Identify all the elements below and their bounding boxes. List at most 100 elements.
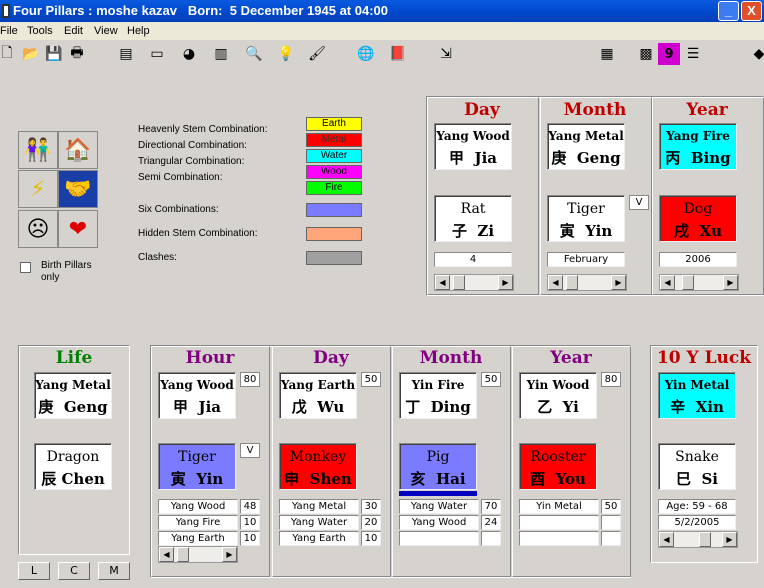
close-button[interactable]: X [741,1,762,21]
menu-tools[interactable]: Tools [27,25,53,37]
calculator-icon[interactable]: ▦ [596,43,618,65]
pillar-1-stem-box: Yang Earth 戊 Wu [279,372,357,419]
c-button[interactable]: C [58,562,90,580]
properties-icon[interactable]: ▤ [115,43,137,65]
life-branch-box: Dragon 辰 Chen [34,443,112,490]
top-month-branch-py: Yin [585,222,613,240]
scroll-left-arrow-icon[interactable]: ◀ [159,547,174,562]
pillar-1-header: Day [313,348,349,368]
pillar-1-hidden-value: 20 [361,515,381,530]
export-icon[interactable]: ⇲ [435,43,457,65]
legend-directional: Directional Combination: [138,140,247,151]
l-button[interactable]: L [18,562,50,580]
luck-stem-py: Xin [695,398,724,416]
pillar-1-hidden-stem: Yang Earth [279,531,359,546]
m-button[interactable]: M [98,562,130,580]
scroll-left-arrow-icon[interactable]: ◀ [659,532,674,547]
scroll-thumb[interactable] [453,275,465,290]
bar-chart-icon[interactable]: ▥ [210,43,232,65]
handshake-icon[interactable]: 🤝 [58,170,98,208]
pillar-0-stem-py: Jia [198,398,221,416]
pillar-0-hidden-value: 48 [240,499,260,514]
life-stem-cn: 庚 [38,398,54,416]
pillar-0-hidden-stem: Yang Wood [158,499,238,514]
book-icon[interactable]: 📕 [387,43,409,65]
scroll-thumb[interactable] [566,275,578,290]
pie-chart-icon[interactable]: ◕ [178,43,200,65]
scroll-right-arrow-icon[interactable]: ▶ [722,532,737,547]
luck-scrollbar[interactable]: ◀ ▶ [658,531,738,548]
pillar-2-hidden-value [481,531,501,546]
top-day-branch-cn: 子 [451,222,467,240]
top-year-branch-box: Dog 戌 Xu [659,195,737,242]
birth-pillars-checkbox[interactable] [20,262,31,273]
life-branch-en: Dragon [46,449,100,465]
pillar-1-stem-num: 50 [361,372,381,387]
top-year-scrollbar[interactable]: ◀ ▶ [659,274,739,291]
top-year-stem-cn: 丙 [665,149,681,167]
people-icon[interactable]: 👫 [18,131,58,169]
scroll-right-arrow-icon[interactable]: ▶ [611,275,626,290]
scroll-left-arrow-icon[interactable]: ◀ [660,275,675,290]
top-month-scrollbar[interactable]: ◀ ▶ [547,274,627,291]
pillar-3-hidden-value [601,515,621,530]
luck-stem-box: Yin Metal 辛 Xin [658,372,736,419]
scroll-thumb[interactable] [699,532,711,547]
pillar-1-hidden-value: 30 [361,499,381,514]
bulb-icon[interactable]: 💡 [275,43,297,65]
pillar-0-header: Hour [185,348,235,368]
top-month-stem-py: Geng [576,149,621,167]
top-year-branch-cn: 戌 [673,222,689,240]
grid-icon[interactable]: ▩ [635,43,657,65]
scroll-right-arrow-icon[interactable]: ▶ [222,547,237,562]
scroll-left-arrow-icon[interactable]: ◀ [435,275,450,290]
lightning-icon[interactable]: ⚡ [18,170,58,208]
top-month-header: Month [563,100,627,120]
sad-face-icon[interactable]: ☹ [18,210,58,248]
pillar-0-branch-py: Yin [196,470,224,488]
new-file-icon[interactable]: 🗋 [0,43,18,65]
brush-icon[interactable]: 🖌 [306,43,328,65]
globe-icon[interactable]: 🌐 [355,43,377,65]
open-folder-icon[interactable]: 📂 [20,43,42,65]
window-icon[interactable]: ▭ [146,43,168,65]
print-icon[interactable]: 🖶 [66,43,88,65]
top-year-branch-en: Dog [683,201,713,217]
hexagram-icon[interactable]: ☰ [682,43,704,65]
pillar-1-branch-en: Monkey [289,449,347,465]
top-month-branch-en: Tiger [567,201,605,217]
scroll-right-arrow-icon[interactable]: ▶ [498,275,513,290]
top-month-stem-box: Yang Metal 庚 Geng [547,123,625,170]
house-car-icon[interactable]: 🏠 [58,131,98,169]
top-day-stem-cn: 甲 [449,149,465,167]
top-day-stem-en: Yang Wood [436,129,510,143]
hour-scrollbar[interactable]: ◀ ▶ [158,546,238,563]
top-day-branch-box: Rat 子 Zi [434,195,512,242]
menu-help[interactable]: Help [127,25,150,37]
diamond-icon[interactable]: ◆ [748,43,764,65]
pillar-1-branch-cn: 申 [284,470,300,488]
scroll-thumb[interactable] [682,275,694,290]
luck-header: 10 Y Luck [656,348,752,368]
top-day-scrollbar[interactable]: ◀ ▶ [434,274,514,291]
pillar-3-stem-num: 80 [601,372,621,387]
pillar-0-hidden-stem: Yang Earth [158,531,238,546]
nine-icon[interactable]: 9 [658,43,680,65]
heart-icon[interactable]: ❤ [58,210,98,248]
birth-pillars-label: Birth Pillars only [41,260,92,283]
pillar-2-branch-py: Hai [435,470,466,488]
swatch-hidden [306,227,362,241]
search-icon[interactable]: 🔍 [243,43,265,65]
pillar-2-stem-py: Ding [430,398,471,416]
scroll-left-arrow-icon[interactable]: ◀ [548,275,563,290]
minimize-button[interactable]: _ [718,1,739,21]
menu-file[interactable]: File [0,25,18,37]
save-icon[interactable]: 💾 [43,43,65,65]
scroll-thumb[interactable] [177,547,189,562]
menu-view[interactable]: View [94,25,118,37]
menu-edit[interactable]: Edit [64,25,83,37]
pillar-2-marker [399,491,477,496]
menu-bar: File Tools Edit View Help [0,22,764,40]
scroll-right-arrow-icon[interactable]: ▶ [723,275,738,290]
pillar-2-hidden-stem: Yang Wood [399,515,479,530]
